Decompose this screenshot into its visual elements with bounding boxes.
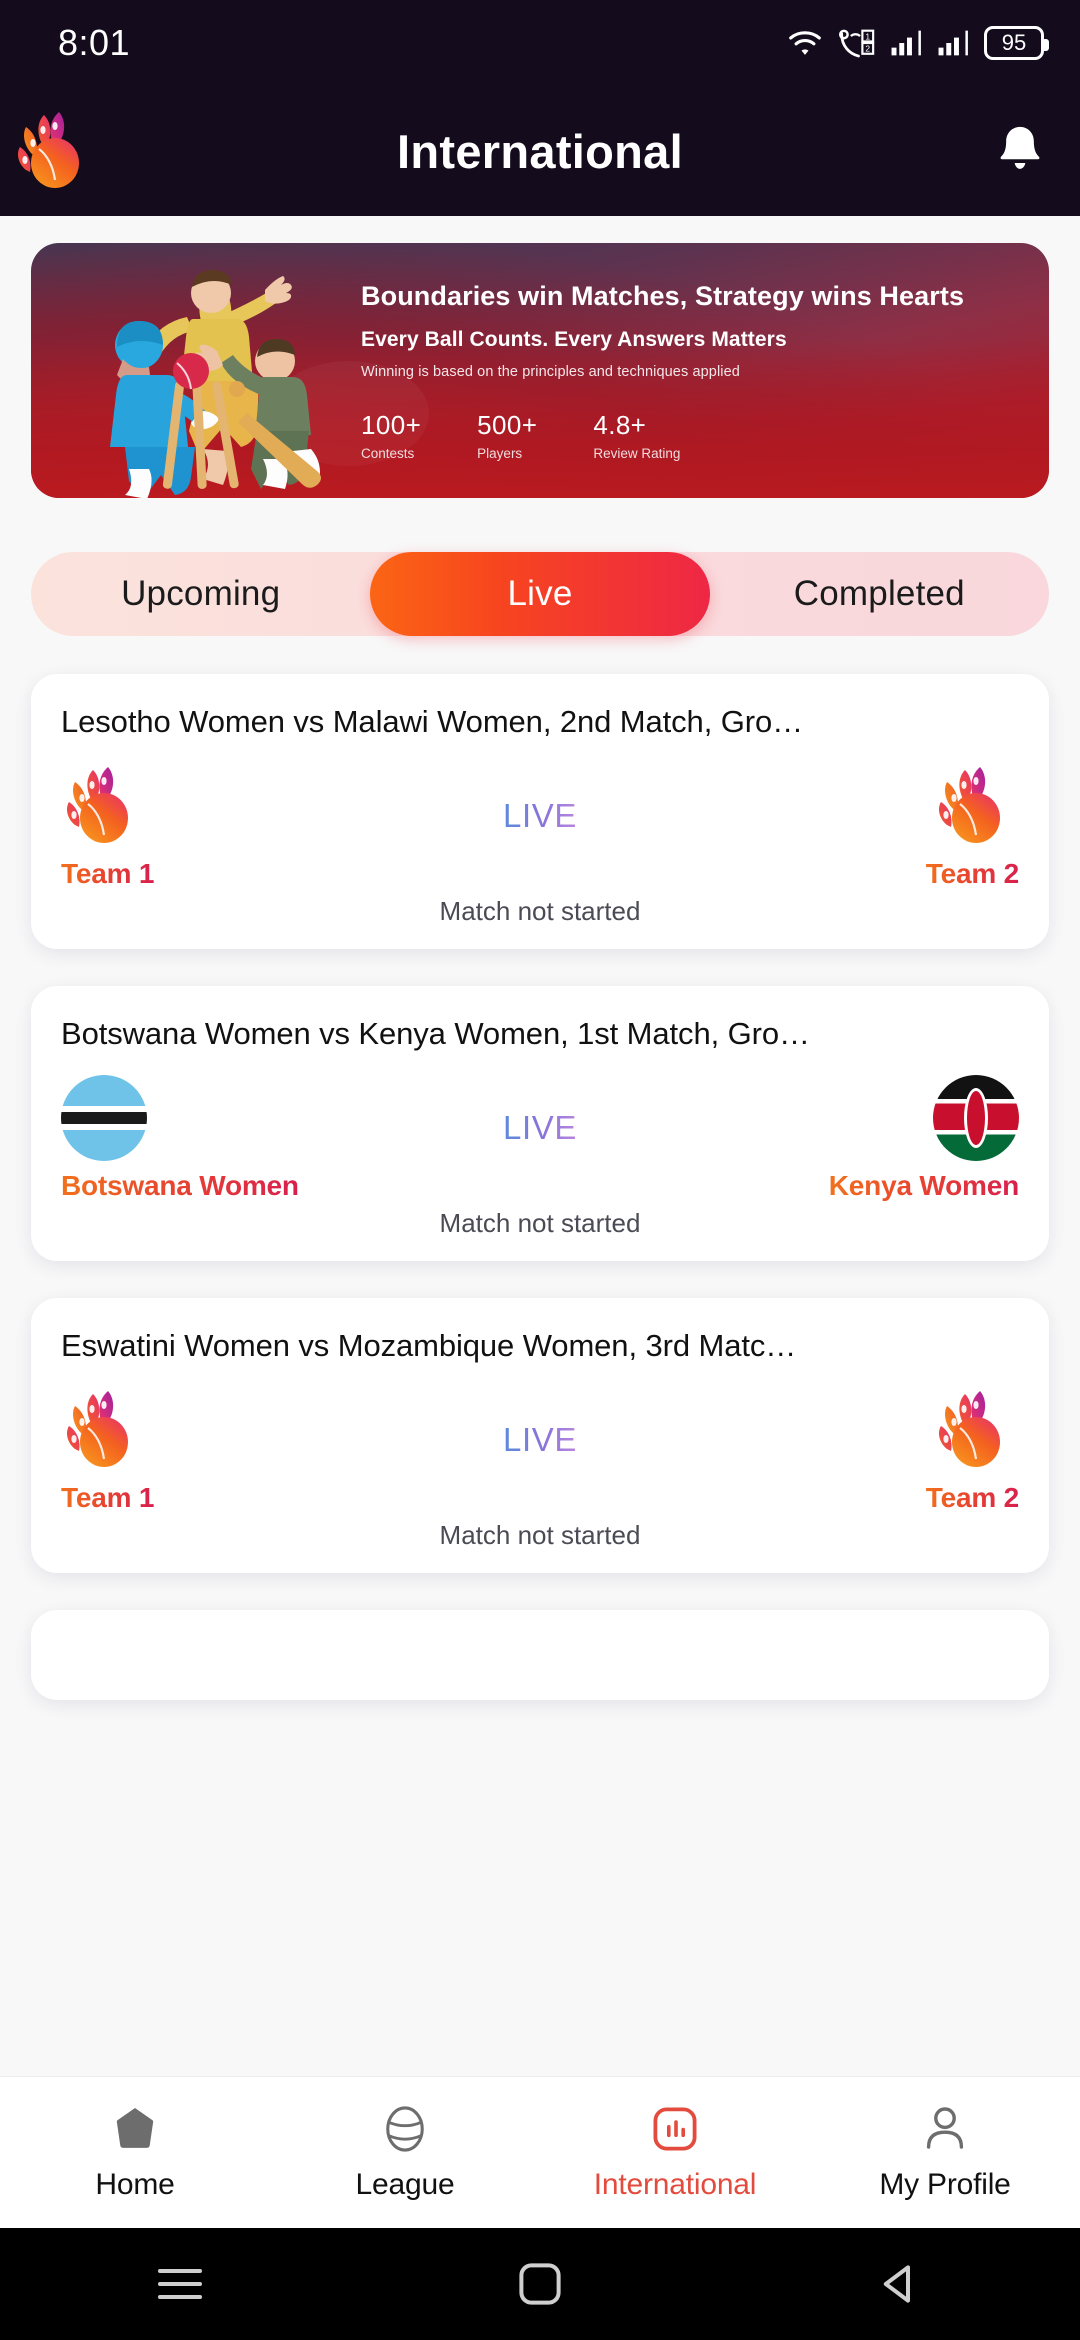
status-time: 8:01: [58, 22, 131, 63]
signal-sim2-icon: [938, 30, 968, 56]
match-filter-tabs: Upcoming Live Completed: [31, 552, 1049, 636]
match-status: Match not started: [439, 896, 641, 926]
status-icons: 1 2 95: [786, 26, 1049, 60]
match-teams-row: Team 1 LIVE Team 2: [61, 1387, 1019, 1514]
tab-completed[interactable]: Completed: [710, 552, 1049, 636]
match-live-indicator: LIVE: [291, 1075, 789, 1147]
banner-text-block: Boundaries win Matches, Strategy wins He…: [361, 279, 1023, 461]
banner-subheadline: Every Ball Counts. Every Answers Matters: [361, 327, 787, 351]
live-label: LIVE: [503, 797, 577, 834]
banner-stat: 4.8+ Review Rating: [593, 410, 680, 461]
team-logo-placeholder-icon: [61, 1387, 147, 1473]
ball-icon: [382, 2104, 428, 2154]
banner-description: Winning is based on the principles and t…: [361, 363, 740, 380]
nav-label: My Profile: [879, 2167, 1011, 2201]
recents-button[interactable]: [0, 2267, 360, 2301]
battery-level: 95: [1001, 30, 1027, 55]
team-name: Team 1: [61, 1482, 155, 1513]
team-name: Botswana Women: [61, 1170, 299, 1201]
match-status: Match not started: [439, 1520, 641, 1550]
battery-icon: 95: [984, 26, 1049, 60]
match-team-home: Team 1: [61, 1387, 291, 1514]
nav-item-home[interactable]: Home: [0, 2104, 270, 2202]
match-team-home: Botswana Women: [61, 1075, 299, 1202]
match-card[interactable]: Lesotho Women vs Malawi Women, 2nd Match…: [31, 674, 1049, 949]
banner-headline: Boundaries win Matches, Strategy wins He…: [361, 281, 965, 311]
match-team-away: Kenya Women: [789, 1075, 1019, 1202]
app-header: International: [0, 86, 1080, 216]
status-bar: 8:01 1 2 95: [0, 0, 1080, 86]
home-icon: [112, 2104, 158, 2154]
home-square-icon: [519, 2263, 561, 2305]
flag-kenya-icon: [933, 1075, 1019, 1161]
bar-chart-icon: [651, 2104, 699, 2154]
scroll-content[interactable]: Boundaries win Matches, Strategy wins He…: [0, 216, 1080, 2076]
back-button[interactable]: [720, 2263, 1080, 2305]
notification-bell-button[interactable]: [988, 119, 1052, 183]
match-list: Lesotho Women vs Malawi Women, 2nd Match…: [31, 674, 1049, 1700]
match-team-away: Team 2: [789, 763, 1019, 890]
back-icon: [883, 2265, 910, 2303]
nav-label: International: [593, 2167, 757, 2201]
flag-botswana-icon: [61, 1075, 147, 1161]
system-navigation-bar: [0, 2228, 1080, 2340]
team-name: Team 2: [925, 858, 1019, 889]
stat-value: 100+: [361, 409, 422, 440]
match-teams-row: Botswana Women LIVE Kenya Women: [61, 1075, 1019, 1202]
call-sim-icon: 1 2: [838, 29, 875, 58]
live-label: LIVE: [503, 1421, 577, 1458]
live-label: LIVE: [503, 1109, 577, 1146]
nav-item-my-profile[interactable]: My Profile: [810, 2104, 1080, 2202]
signal-sim1-icon: [891, 30, 921, 56]
tab-live[interactable]: Live: [370, 552, 710, 636]
team-name: Team 2: [925, 1482, 1019, 1513]
stat-label: Review Rating: [593, 445, 681, 461]
match-card[interactable]: Eswatini Women vs Mozambique Women, 3rd …: [31, 1298, 1049, 1573]
home-button[interactable]: [360, 2263, 720, 2305]
stat-value: 4.8+: [593, 409, 647, 440]
banner-stat: 500+ Players: [477, 410, 537, 461]
match-live-indicator: LIVE: [291, 763, 789, 835]
stat-label: Contests: [361, 445, 415, 461]
match-live-indicator: LIVE: [291, 1387, 789, 1459]
svg-text:1: 1: [865, 31, 870, 41]
match-team-away: Team 2: [789, 1387, 1019, 1514]
match-teams-row: Team 1 LIVE Team 2: [61, 763, 1019, 890]
banner-stat: 100+ Contests: [361, 410, 421, 461]
nav-label: Home: [95, 2167, 175, 2201]
team-logo-placeholder-icon: [61, 763, 147, 849]
person-icon: [923, 2104, 967, 2154]
match-title: Botswana Women vs Kenya Women, 1st Match…: [61, 1016, 810, 1051]
stat-value: 500+: [477, 409, 538, 440]
page-title: International: [397, 124, 683, 178]
match-team-home: Team 1: [61, 763, 291, 890]
nav-label: League: [355, 2167, 455, 2201]
banner-stats: 100+ Contests 500+ Players 4.8+ Review R…: [361, 410, 1023, 461]
menu-icon: [158, 2269, 202, 2299]
nav-item-league[interactable]: League: [270, 2104, 540, 2202]
stat-label: Players: [477, 445, 523, 461]
match-title: Eswatini Women vs Mozambique Women, 3rd …: [61, 1328, 797, 1363]
cricket-players-illustration: [110, 270, 321, 498]
nav-item-international[interactable]: International: [540, 2104, 810, 2202]
app-screen: 8:01 1 2 95 International Boundaries win…: [0, 0, 1080, 2340]
bottom-navigation: Home League International My Profile: [0, 2076, 1080, 2228]
match-card-partial[interactable]: [31, 1610, 1049, 1700]
match-title: Lesotho Women vs Malawi Women, 2nd Match…: [61, 704, 804, 739]
wifi-icon: [789, 31, 821, 55]
tab-upcoming[interactable]: Upcoming: [31, 552, 370, 636]
app-logo: [12, 108, 98, 194]
promo-banner[interactable]: Boundaries win Matches, Strategy wins He…: [31, 243, 1049, 498]
match-card[interactable]: Botswana Women vs Kenya Women, 1st Match…: [31, 986, 1049, 1261]
match-status: Match not started: [439, 1208, 641, 1238]
team-logo-placeholder-icon: [933, 763, 1019, 849]
team-logo-placeholder-icon: [933, 1387, 1019, 1473]
svg-text:2: 2: [865, 44, 870, 54]
bell-icon: [1000, 126, 1040, 169]
team-name: Kenya Women: [828, 1170, 1019, 1201]
team-name: Team 1: [61, 858, 155, 889]
